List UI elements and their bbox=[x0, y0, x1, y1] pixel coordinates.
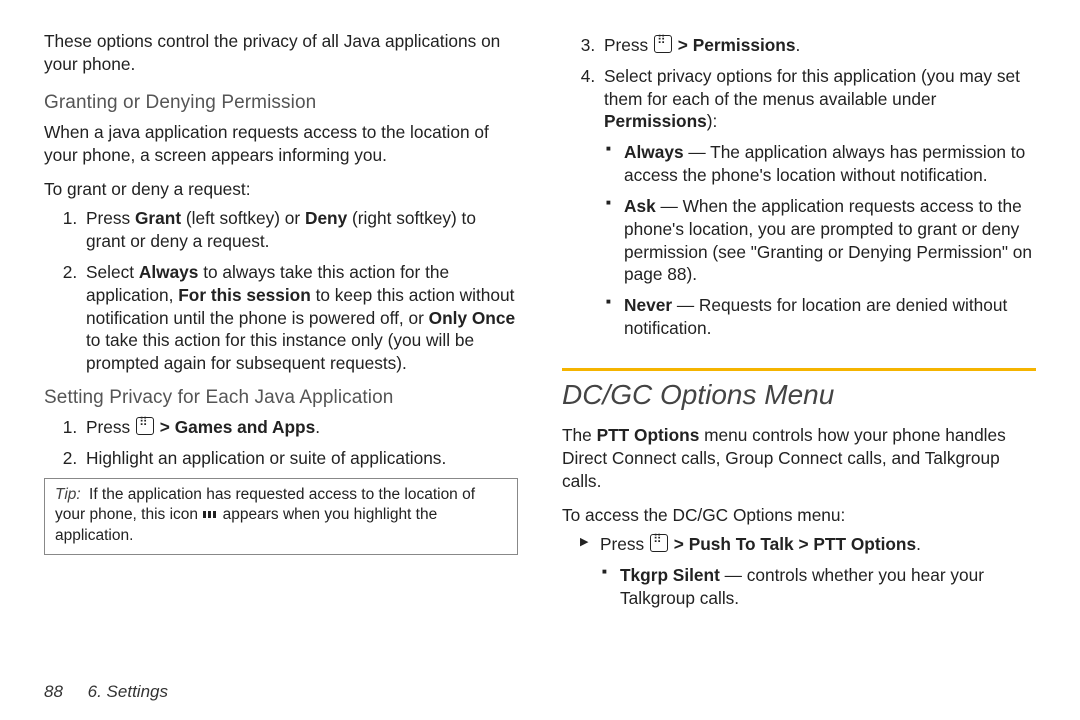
section-divider bbox=[562, 368, 1036, 371]
grant-steps: Press Grant (left softkey) or Deny (righ… bbox=[44, 207, 518, 375]
text: Select privacy options for this applicat… bbox=[604, 66, 1020, 109]
menu-key-icon bbox=[654, 35, 672, 53]
opt-tkgrp-silent: Tkgrp Silent — controls whether you hear… bbox=[620, 564, 1036, 610]
text: Select bbox=[86, 262, 139, 282]
gt: > bbox=[669, 534, 689, 554]
text: Press bbox=[86, 208, 135, 228]
text: to take this action for this instance on… bbox=[86, 330, 474, 373]
dcgc-steps: Press > Push To Talk > PTT Options. Tkgr… bbox=[562, 533, 1036, 609]
bold-permissions: Permissions bbox=[693, 35, 796, 55]
grant-step-1: Press Grant (left softkey) or Deny (righ… bbox=[82, 207, 518, 253]
bold-ptt-options: PTT Options bbox=[813, 534, 916, 554]
opt-text: — The application always has permission … bbox=[624, 142, 1025, 185]
intro-text: These options control the privacy of all… bbox=[44, 30, 518, 76]
opt-always: Always — The application always has perm… bbox=[624, 141, 1036, 187]
two-column-layout: These options control the privacy of all… bbox=[44, 30, 1036, 618]
opt-text: — Requests for location are denied witho… bbox=[624, 295, 1007, 338]
privacy-step-2: Highlight an application or suite of app… bbox=[82, 447, 518, 470]
tip-box: Tip: If the application has requested ac… bbox=[44, 478, 518, 555]
dcgc-press: Press > Push To Talk > PTT Options. Tkgr… bbox=[600, 533, 1036, 609]
right-column: Press > Permissions. Select privacy opti… bbox=[562, 30, 1036, 618]
granting-body: When a java application requests access … bbox=[44, 121, 518, 167]
heading-dcgc: DC/GC Options Menu bbox=[562, 377, 1036, 414]
text: (left softkey) or bbox=[181, 208, 305, 228]
text: Press bbox=[604, 35, 653, 55]
dcgc-lead: To access the DC/GC Options menu: bbox=[562, 504, 1036, 527]
heading-privacy: Setting Privacy for Each Java Applicatio… bbox=[44, 385, 518, 410]
privacy-steps-cont: Press > Permissions. Select privacy opti… bbox=[562, 34, 1036, 340]
menu-key-icon bbox=[136, 417, 154, 435]
dcgc-options: Tkgrp Silent — controls whether you hear… bbox=[600, 564, 1036, 610]
bold-games-apps: Games and Apps bbox=[175, 417, 316, 437]
tip-label: Tip: bbox=[55, 486, 81, 503]
gt: > bbox=[155, 417, 175, 437]
bold-deny: Deny bbox=[305, 208, 347, 228]
opt-label: Ask bbox=[624, 196, 656, 216]
opt-label: Tkgrp Silent bbox=[620, 565, 720, 585]
location-icon bbox=[203, 510, 217, 520]
opt-never: Never — Requests for location are denied… bbox=[624, 294, 1036, 340]
dot: . bbox=[795, 35, 800, 55]
bold-once: Only Once bbox=[429, 308, 515, 328]
privacy-step-1: Press > Games and Apps. bbox=[82, 416, 518, 439]
left-column: These options control the privacy of all… bbox=[44, 30, 518, 618]
bold-grant: Grant bbox=[135, 208, 181, 228]
bold-push-to-talk: Push To Talk bbox=[689, 534, 794, 554]
bold-always: Always bbox=[139, 262, 199, 282]
text: Press bbox=[86, 417, 135, 437]
dot: . bbox=[916, 534, 921, 554]
chapter-title: 6. Settings bbox=[88, 682, 168, 701]
opt-ask: Ask — When the application requests acce… bbox=[624, 195, 1036, 286]
opt-text: — When the application requests access t… bbox=[624, 196, 1032, 284]
page-number: 88 bbox=[44, 682, 63, 701]
privacy-step-3: Press > Permissions. bbox=[600, 34, 1036, 57]
gt: > bbox=[673, 35, 693, 55]
grant-lead: To grant or deny a request: bbox=[44, 178, 518, 201]
bold-permissions: Permissions bbox=[604, 111, 707, 131]
grant-step-2: Select Always to always take this action… bbox=[82, 261, 518, 375]
text: Press bbox=[600, 534, 649, 554]
opt-label: Never bbox=[624, 295, 672, 315]
dot: . bbox=[315, 417, 320, 437]
text: ): bbox=[707, 111, 718, 131]
gt: > bbox=[794, 534, 814, 554]
manual-page: These options control the privacy of all… bbox=[0, 0, 1080, 720]
permission-options: Always — The application always has perm… bbox=[604, 141, 1036, 340]
opt-label: Always bbox=[624, 142, 684, 162]
text: The bbox=[562, 425, 597, 445]
privacy-steps: Press > Games and Apps. Highlight an app… bbox=[44, 416, 518, 470]
dcgc-intro: The PTT Options menu controls how your p… bbox=[562, 424, 1036, 492]
privacy-step-4: Select privacy options for this applicat… bbox=[600, 65, 1036, 340]
heading-granting: Granting or Denying Permission bbox=[44, 90, 518, 115]
bold-ptt-options: PTT Options bbox=[597, 425, 700, 445]
menu-key-icon bbox=[650, 534, 668, 552]
bold-session: For this session bbox=[178, 285, 311, 305]
page-footer: 88 6. Settings bbox=[44, 682, 168, 702]
